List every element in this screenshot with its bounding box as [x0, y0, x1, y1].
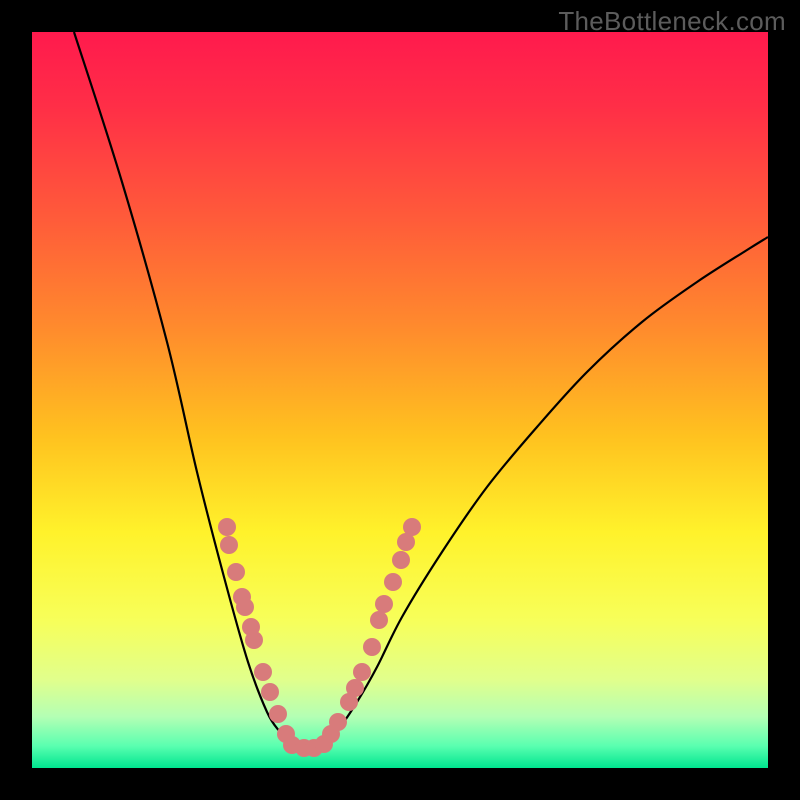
- data-dot: [403, 518, 421, 536]
- data-dot: [227, 563, 245, 581]
- chart-overlay: [32, 32, 768, 768]
- bottleneck-curve: [74, 32, 768, 748]
- outer-frame: TheBottleneck.com: [0, 0, 800, 800]
- data-dot: [261, 683, 279, 701]
- data-dot: [375, 595, 393, 613]
- scatter-dots-right: [315, 518, 421, 753]
- data-dot: [218, 518, 236, 536]
- data-dot: [254, 663, 272, 681]
- scatter-dots-left: [218, 518, 323, 757]
- data-dot: [392, 551, 410, 569]
- data-dot: [236, 598, 254, 616]
- plot-area: [32, 32, 768, 768]
- data-dot: [220, 536, 238, 554]
- data-dot: [346, 679, 364, 697]
- watermark-text: TheBottleneck.com: [558, 6, 786, 37]
- data-dot: [269, 705, 287, 723]
- data-dot: [363, 638, 381, 656]
- data-dot: [329, 713, 347, 731]
- data-dot: [353, 663, 371, 681]
- data-dot: [384, 573, 402, 591]
- data-dot: [245, 631, 263, 649]
- data-dot: [370, 611, 388, 629]
